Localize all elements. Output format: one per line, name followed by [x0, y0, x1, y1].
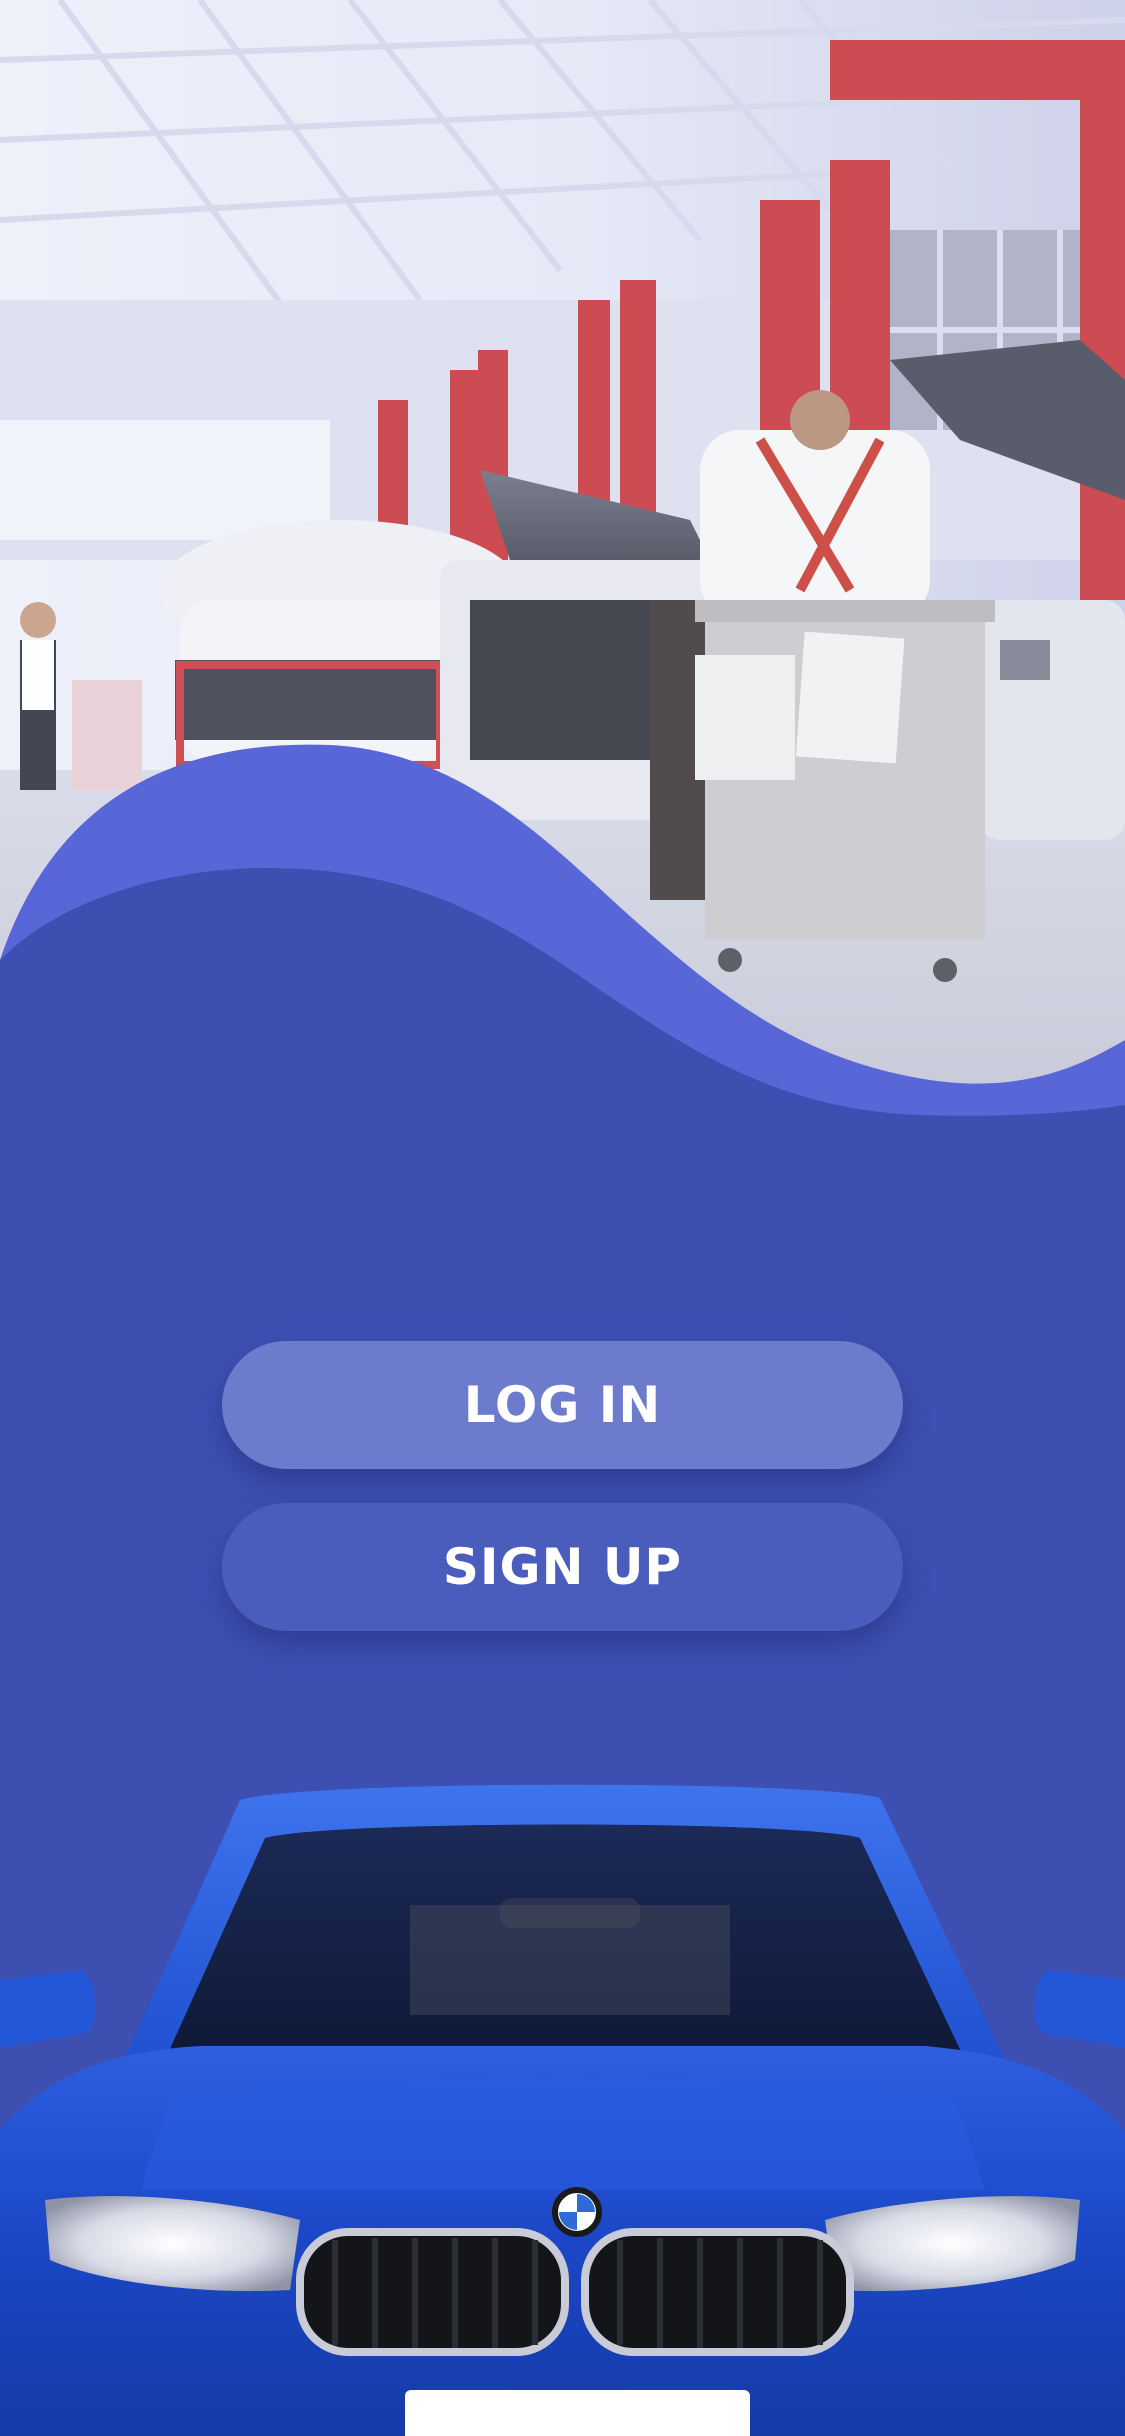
blue-car-image [0, 1784, 1125, 2436]
welcome-screen: LOG IN SIGN UP [0, 0, 1125, 2436]
signup-button[interactable]: SIGN UP [222, 1503, 903, 1631]
wave-decoration [0, 744, 1125, 1120]
login-button[interactable]: LOG IN [222, 1341, 903, 1469]
